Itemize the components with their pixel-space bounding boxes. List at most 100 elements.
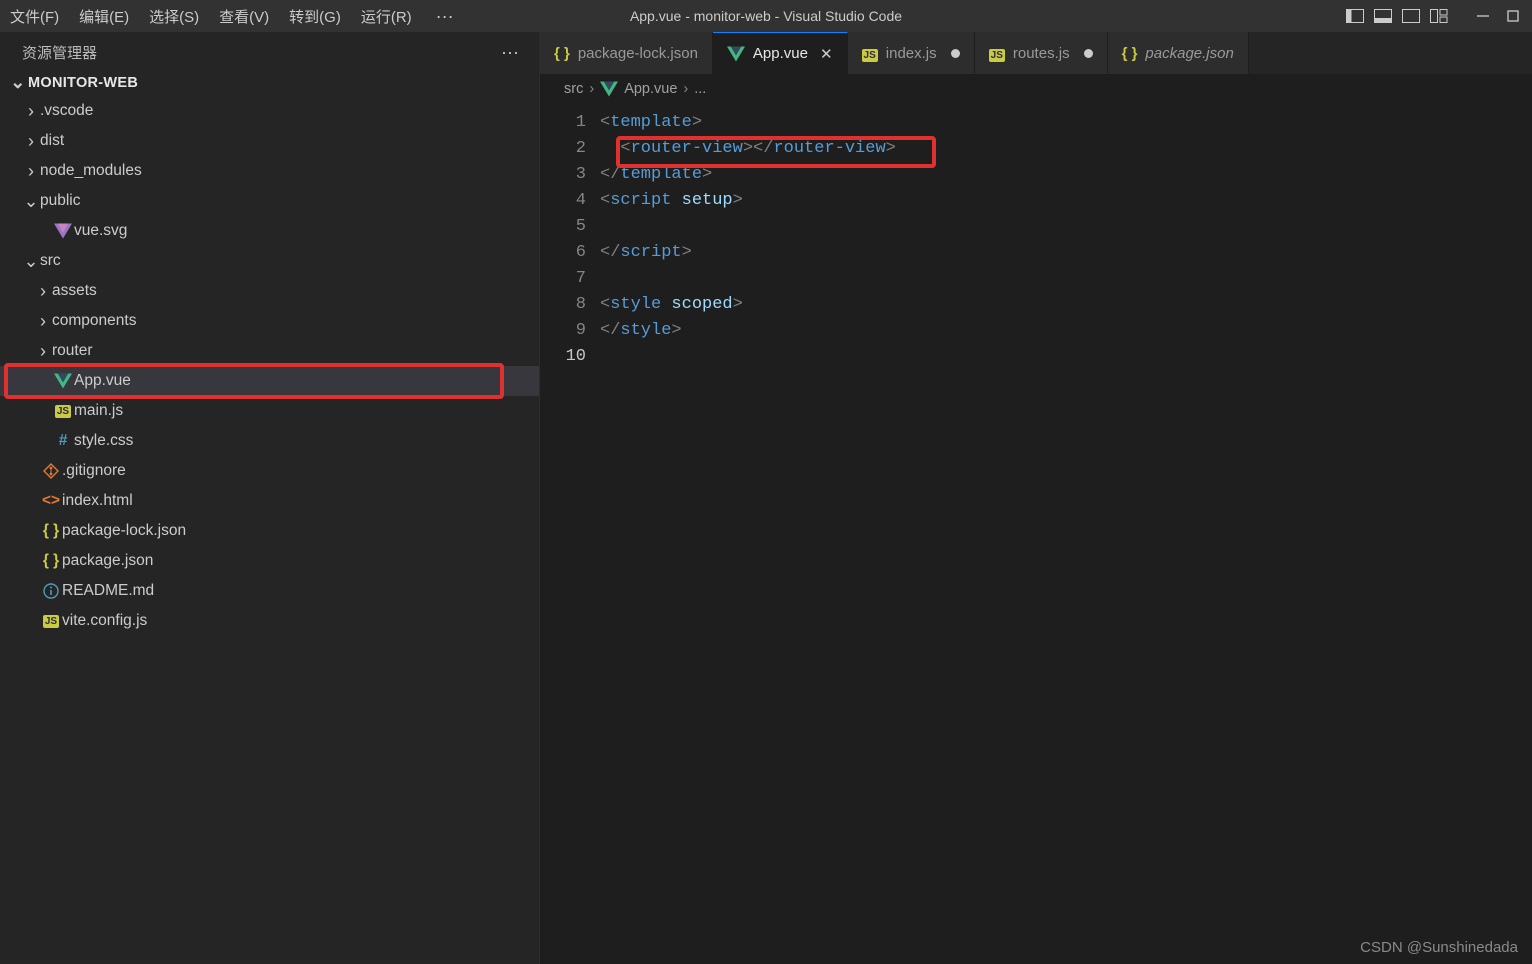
line-number: 10: [540, 344, 586, 370]
file-main.js[interactable]: JSmain.js: [0, 396, 539, 426]
chevron-right-icon: [22, 101, 40, 122]
line-number: 9: [540, 318, 586, 344]
editor-pane: { } package-lock.json App.vue ✕ JSindex.jsJS…: [540, 32, 1532, 964]
file-style.css[interactable]: #style.css: [0, 426, 539, 456]
tab-label: package-lock.json: [578, 45, 698, 62]
layout-panel-left-icon[interactable]: [1346, 7, 1364, 25]
tree-item-label: router: [52, 342, 93, 360]
explorer-title: 资源管理器: [22, 42, 97, 63]
tab-App.vue[interactable]: App.vue ✕: [713, 32, 848, 74]
line-number: 7: [540, 266, 586, 292]
file-vite.config.js[interactable]: JSvite.config.js: [0, 606, 539, 636]
menubar: 文件(F)编辑(E)选择(S)查看(V)转到(G)运行(R) ··· App.v…: [0, 0, 1532, 32]
file-.gitignore[interactable]: .gitignore: [0, 456, 539, 486]
tree-item-label: assets: [52, 282, 97, 300]
dirty-indicator-icon: [951, 49, 960, 58]
line-number: 4: [540, 188, 586, 214]
code-content[interactable]: <template> <router-view></router-view></…: [600, 104, 1532, 964]
vue-logo-green-icon: [52, 373, 74, 389]
breadcrumb-part[interactable]: src: [564, 81, 583, 97]
file-vue.svg[interactable]: vue.svg: [0, 216, 539, 246]
menu-item-3[interactable]: 查看(V): [209, 0, 279, 32]
menu-item-0[interactable]: 文件(F): [0, 0, 69, 32]
layout-panel-right-icon[interactable]: [1402, 7, 1420, 25]
dirty-indicator-icon: [1084, 49, 1093, 58]
hash-icon: #: [52, 432, 74, 450]
file-package.json[interactable]: { }package.json: [0, 546, 539, 576]
tree-item-label: style.css: [74, 432, 133, 450]
chevron-down-icon: [22, 252, 40, 270]
vue-logo-green-icon: [727, 46, 745, 62]
breadcrumb-part[interactable]: ...: [694, 81, 706, 97]
chevron-down-icon: [22, 192, 40, 210]
code-line[interactable]: <router-view></router-view>: [600, 136, 1532, 162]
chevron-right-icon: [34, 341, 52, 362]
folder-node_modules[interactable]: node_modules: [0, 156, 539, 186]
chevron-right-icon: ›: [589, 81, 594, 97]
folder-src[interactable]: src: [0, 246, 539, 276]
breadcrumb-part[interactable]: App.vue: [624, 81, 677, 97]
folder-dist[interactable]: dist: [0, 126, 539, 156]
code-line[interactable]: [600, 214, 1532, 240]
explorer-sidebar: 资源管理器 ··· MONITOR-WEB .vscode dist node_mo…: [0, 32, 540, 964]
menu-item-5[interactable]: 运行(R): [351, 0, 422, 32]
tab-package-lock.json[interactable]: { } package-lock.json: [540, 32, 713, 74]
chevron-right-icon: [34, 281, 52, 302]
tree-item-label: main.js: [74, 402, 123, 420]
line-number: 6: [540, 240, 586, 266]
folder-.vscode[interactable]: .vscode: [0, 96, 539, 126]
tab-routes.js[interactable]: JSroutes.js: [975, 32, 1108, 74]
tab-label: index.js: [886, 45, 937, 62]
braces-icon: { }: [554, 45, 570, 62]
code-line[interactable]: <script setup>: [600, 188, 1532, 214]
explorer-more-button[interactable]: ···: [495, 42, 525, 63]
folder-assets[interactable]: assets: [0, 276, 539, 306]
layout-customize-icon[interactable]: [1430, 7, 1448, 25]
info-icon: [40, 583, 62, 599]
tree-item-label: components: [52, 312, 136, 330]
file-index.html[interactable]: <>index.html: [0, 486, 539, 516]
tab-package.json[interactable]: { } package.json: [1108, 32, 1249, 74]
breadcrumb[interactable]: src›App.vue›...: [540, 74, 1532, 104]
close-icon[interactable]: ✕: [820, 45, 833, 63]
maximize-button[interactable]: [1504, 7, 1522, 25]
tree-item-label: node_modules: [40, 162, 142, 180]
tab-label: package.json: [1145, 45, 1233, 62]
chevron-right-icon: [22, 161, 40, 182]
tab-label: App.vue: [753, 45, 808, 62]
git-icon: [40, 463, 62, 479]
tree-item-label: .vscode: [40, 102, 93, 120]
minimize-button[interactable]: [1474, 7, 1492, 25]
code-line[interactable]: [600, 266, 1532, 292]
vue-logo-red-icon: [52, 223, 74, 239]
menu-item-1[interactable]: 编辑(E): [69, 0, 139, 32]
file-package-lock.json[interactable]: { }package-lock.json: [0, 516, 539, 546]
editor-tabs: { } package-lock.json App.vue ✕ JSindex.jsJS…: [540, 32, 1532, 74]
project-header[interactable]: MONITOR-WEB: [0, 71, 539, 96]
file-README.md[interactable]: README.md: [0, 576, 539, 606]
braces-icon: { }: [1122, 45, 1138, 62]
braces-icon: { }: [40, 522, 62, 540]
code-line[interactable]: <template>: [600, 110, 1532, 136]
menu-item-4[interactable]: 转到(G): [279, 0, 351, 32]
tree-item-label: src: [40, 252, 61, 270]
code-line[interactable]: [600, 344, 1532, 370]
code-line[interactable]: </template>: [600, 162, 1532, 188]
tab-label: routes.js: [1013, 45, 1070, 62]
tree-item-label: vite.config.js: [62, 612, 147, 630]
tab-index.js[interactable]: JSindex.js: [848, 32, 975, 74]
code-line[interactable]: </script>: [600, 240, 1532, 266]
folder-components[interactable]: components: [0, 306, 539, 336]
code-line[interactable]: <style scoped>: [600, 292, 1532, 318]
folder-public[interactable]: public: [0, 186, 539, 216]
menu-more[interactable]: ···: [422, 0, 468, 32]
code-area[interactable]: 12345678910 <template> <router-view></ro…: [540, 104, 1532, 964]
layout-panel-bottom-icon[interactable]: [1374, 7, 1392, 25]
tree-item-label: public: [40, 192, 81, 210]
tree-item-label: .gitignore: [62, 462, 126, 480]
folder-router[interactable]: router: [0, 336, 539, 366]
menu-item-2[interactable]: 选择(S): [139, 0, 209, 32]
line-number: 1: [540, 110, 586, 136]
file-App.vue[interactable]: App.vue: [0, 366, 539, 396]
code-line[interactable]: </style>: [600, 318, 1532, 344]
